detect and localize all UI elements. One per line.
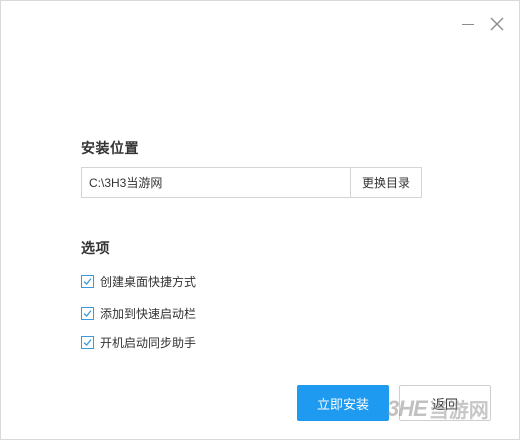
- change-directory-button[interactable]: 更换目录: [350, 168, 421, 197]
- install-path-field: 更换目录: [81, 167, 422, 198]
- back-button[interactable]: 返回: [399, 385, 491, 421]
- close-button[interactable]: [486, 13, 508, 35]
- option-autostart-assistant[interactable]: 开机启动同步助手: [81, 334, 196, 350]
- option-desktop-shortcut[interactable]: 创建桌面快捷方式: [81, 273, 196, 289]
- checkbox-autostart-assistant[interactable]: [81, 335, 94, 349]
- option-quick-launch[interactable]: 添加到快速启动栏: [81, 305, 196, 321]
- option-label: 开机启动同步助手: [100, 335, 197, 350]
- checkmark-icon: [83, 338, 92, 346]
- checkbox-quick-launch[interactable]: [81, 306, 94, 320]
- close-icon: [490, 17, 504, 31]
- checkbox-desktop-shortcut[interactable]: [81, 274, 94, 288]
- options-title: 选项: [81, 240, 110, 256]
- install-now-button[interactable]: 立即安装: [297, 385, 389, 421]
- minimize-icon: [462, 24, 474, 25]
- installer-window: 安装位置 更换目录 选项 创建桌面快捷方式 添加到快速启动栏 开机启动同步助手 …: [0, 0, 520, 440]
- minimize-button[interactable]: [457, 13, 479, 35]
- option-label: 添加到快速启动栏: [100, 306, 197, 321]
- checkmark-icon: [83, 309, 92, 317]
- install-path-input[interactable]: [82, 168, 350, 197]
- checkmark-icon: [83, 277, 92, 285]
- option-label: 创建桌面快捷方式: [100, 274, 197, 289]
- install-location-title: 安装位置: [81, 140, 139, 156]
